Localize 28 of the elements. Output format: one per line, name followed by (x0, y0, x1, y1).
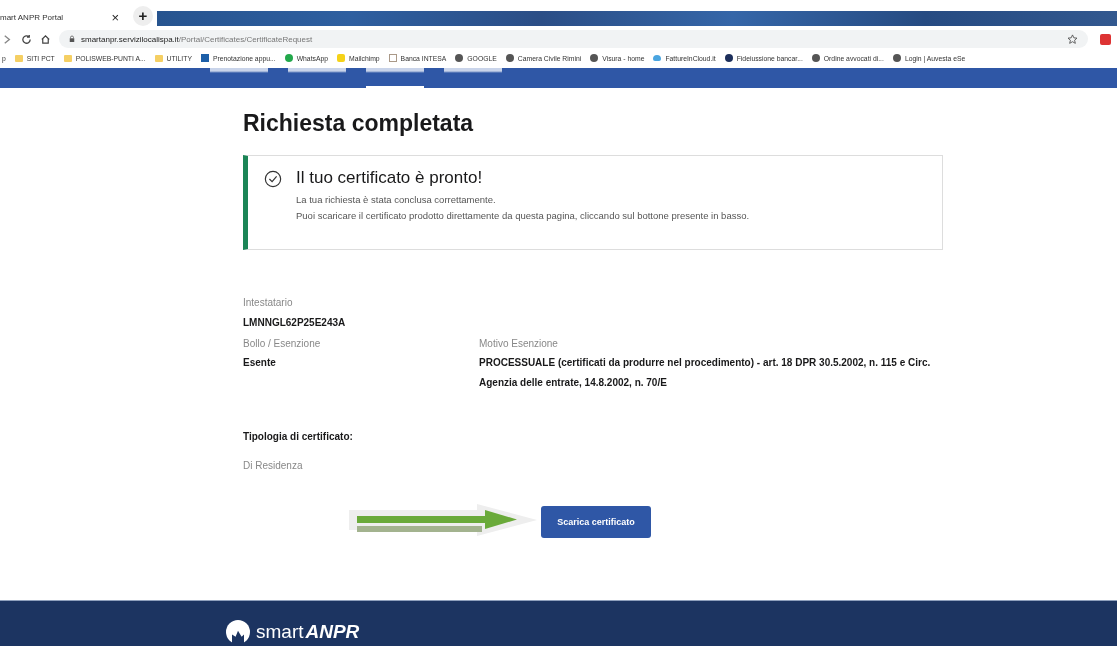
field-value: PROCESSUALE (certificati da produrre nel procedimento) - art. 18 DPR 30.5.2002, n. 115 e Circ. Agenzia delle entrate, 14.8.2002, n. 70/E (479, 356, 932, 390)
field-value: Esente (243, 356, 277, 370)
home-icon[interactable] (40, 33, 51, 45)
new-tab-button[interactable]: + (133, 6, 153, 26)
logo-text: ANPR (305, 621, 360, 643)
bookmark-star-icon[interactable] (1067, 33, 1078, 45)
reload-icon[interactable] (21, 33, 32, 45)
dot-icon (724, 54, 733, 62)
section-label: Tipologia di certificato: (243, 431, 354, 442)
lock-icon (69, 35, 75, 43)
download-certificate-button[interactable]: Scarica certificato (541, 506, 651, 538)
logo-text: smart (256, 621, 304, 643)
alert-heading: Il tuo certificato è pronto! (296, 168, 484, 188)
extension-icon[interactable] (1100, 33, 1111, 45)
field-value: Di Residenza (243, 460, 304, 471)
field-label: Intestatario (243, 297, 294, 308)
cloud-icon (653, 55, 662, 61)
field-value: LMNNGL62P25E243A (243, 317, 347, 328)
field-label: Bollo / Esenzione (243, 338, 322, 349)
field-label: Motivo Esenzione (479, 338, 559, 349)
forward-icon[interactable] (2, 33, 13, 45)
alert-text: La tua richiesta è stata conclusa correttamente. (296, 193, 497, 207)
page-title: Richiesta completata (243, 110, 475, 137)
alert-text: Puoi scaricare il certificato prodotto direttamente da questa pagina, cliccando sul bottone presente in basso. (296, 209, 750, 223)
close-tab-button[interactable]: × (111, 9, 119, 25)
check-circle-icon (264, 170, 282, 188)
address-bar[interactable]: smartanpr.servizilocalispa.it/Portal/Certificates/CertificateRequest (59, 30, 1088, 48)
browser-tab[interactable]: mart ANPR Portal × (0, 4, 125, 30)
